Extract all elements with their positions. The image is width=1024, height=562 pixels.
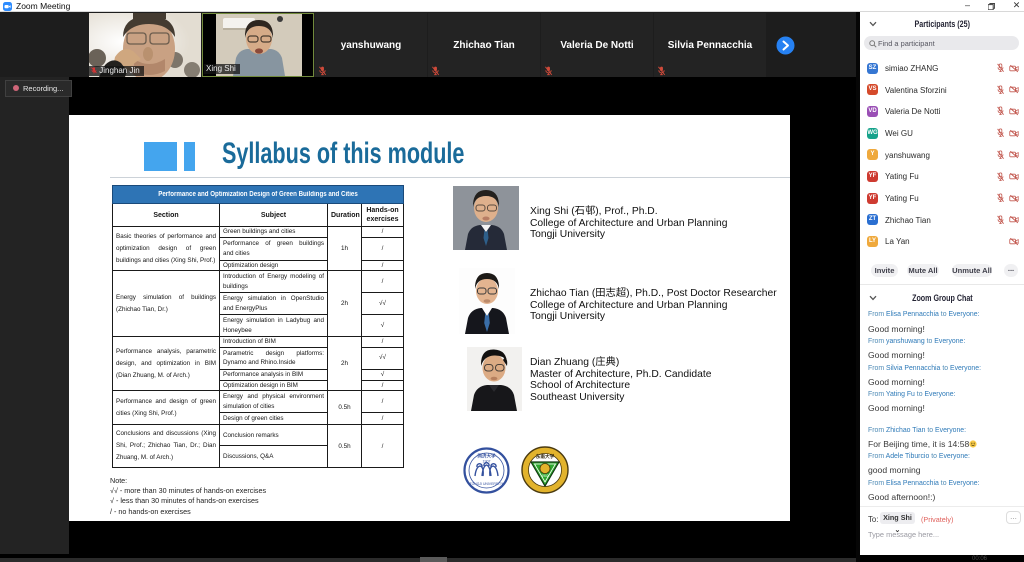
svg-text:TONGJI UNIVERSITY: TONGJI UNIVERSITY	[470, 482, 504, 486]
svg-text:1902: 1902	[541, 474, 548, 478]
svg-text:同济大学: 同济大学	[478, 453, 496, 460]
svg-text:东南大学: 东南大学	[536, 453, 555, 460]
